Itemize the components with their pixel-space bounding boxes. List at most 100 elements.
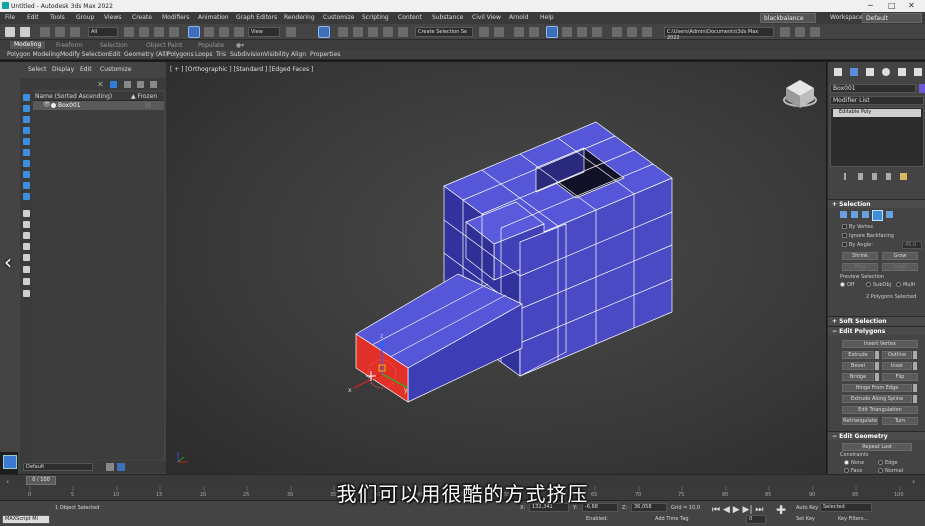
redo-icon[interactable] [20, 27, 30, 37]
toggle-ribbon-icon[interactable] [529, 27, 539, 37]
bevel-button[interactable]: Bevel [842, 362, 874, 370]
menu-modifiers[interactable]: Modifiers [162, 14, 189, 21]
show-end-result-icon[interactable] [858, 173, 863, 180]
options-icon[interactable] [150, 81, 157, 88]
user-account[interactable]: blackbalance [760, 13, 816, 23]
pin-stack-icon[interactable] [844, 173, 846, 180]
ribbon-panel-geometry[interactable]: Geometry (All) [124, 51, 168, 58]
undo-icon[interactable] [5, 27, 15, 37]
rect-selection-icon[interactable] [154, 27, 164, 37]
bridge-button[interactable]: Bridge [842, 373, 874, 381]
save-project-icon[interactable] [795, 27, 805, 37]
ribbon-panel-tris[interactable]: Tris [216, 51, 226, 58]
layer-swatch[interactable] [0, 452, 18, 474]
maximize-icon[interactable]: □ [888, 1, 896, 10]
menu-graph-editors[interactable]: Graph Editors [236, 14, 277, 21]
display-none-icon[interactable] [23, 243, 30, 250]
utilities-tab-icon[interactable] [914, 68, 922, 76]
extrude-settings-icon[interactable] [875, 351, 879, 359]
pivot-point-icon[interactable] [286, 27, 296, 37]
ribbon-tab-selection[interactable]: Selection [100, 42, 128, 49]
object-name-field[interactable]: Box001 [830, 84, 916, 93]
ribbon-panel-polygon-modeling[interactable]: Polygon Modeling [7, 51, 60, 58]
by-angle-spinner[interactable]: 45,0 [902, 241, 922, 249]
repeat-last-button[interactable]: Repeat Last [842, 443, 912, 451]
visibility-eye-icon[interactable]: 👁 [43, 101, 51, 108]
turn-button[interactable]: Turn [882, 417, 918, 425]
display-lights-icon[interactable] [23, 116, 30, 123]
select-rotate-icon[interactable] [204, 27, 214, 37]
explorer-menu-select[interactable]: Select [28, 66, 47, 73]
menu-scripting[interactable]: Scripting [362, 14, 389, 21]
outline-settings-icon[interactable] [913, 351, 917, 359]
material-editor-icon[interactable] [592, 27, 602, 37]
add-time-tag[interactable]: Add Time Tag [655, 516, 689, 522]
create-tab-icon[interactable] [834, 68, 842, 76]
render-production-icon[interactable] [642, 27, 652, 37]
remove-modifier-icon[interactable] [886, 173, 891, 180]
hierarchy-tab-icon[interactable] [866, 68, 874, 76]
display-influences-icon[interactable] [23, 278, 30, 285]
snaps-toggle-icon[interactable] [338, 27, 348, 37]
angle-snap-icon[interactable] [353, 27, 363, 37]
display-children-icon[interactable] [23, 266, 30, 273]
display-tab-icon[interactable] [898, 68, 906, 76]
bridge-settings-icon[interactable] [875, 373, 879, 381]
by-vertex-checkbox[interactable]: By Vertex [842, 224, 873, 230]
layer-options-icon[interactable] [106, 463, 114, 471]
percent-snap-icon[interactable] [368, 27, 378, 37]
object-color-swatch[interactable] [919, 84, 925, 93]
minimize-icon[interactable]: ─ [868, 1, 873, 10]
layer-view-icon[interactable] [117, 463, 125, 471]
viewport-canvas[interactable]: x z y [166, 62, 826, 474]
extrude-button[interactable]: Extrude [842, 351, 874, 359]
retriangulate-button[interactable]: Retriangulate [842, 417, 878, 425]
display-space-warps-icon[interactable] [23, 149, 30, 156]
modifier-list-select[interactable]: Modifier List [830, 96, 924, 105]
close-icon[interactable]: ✕ [908, 1, 915, 10]
insert-vertex-button[interactable]: Insert Vertex [842, 340, 918, 348]
project-folder-icon[interactable] [780, 27, 790, 37]
edge-level-icon[interactable] [851, 211, 858, 218]
hinge-settings-icon[interactable] [913, 384, 917, 392]
stack-item-editable-poly[interactable]: Editable Poly [833, 109, 921, 117]
soft-selection-rollout-header[interactable]: + Soft Selection [828, 316, 925, 325]
spinner-snap-icon[interactable] [383, 27, 393, 37]
reference-coordinate-select[interactable]: View [248, 27, 280, 37]
border-level-icon[interactable] [862, 211, 869, 218]
preview-off-radio[interactable]: Off [840, 282, 854, 288]
maxscript-listener[interactable]: MAXScript Mi [2, 515, 50, 524]
by-angle-checkbox[interactable]: By Angle: [842, 242, 873, 248]
outline-button[interactable]: Outline [882, 351, 912, 359]
ribbon-panel-loops[interactable]: Loops [195, 51, 213, 58]
edit-geometry-rollout-header[interactable]: − Edit Geometry [828, 431, 925, 440]
inset-settings-icon[interactable] [913, 362, 917, 370]
clear-search-icon[interactable]: ✕ [97, 80, 104, 89]
display-groups-icon[interactable] [23, 160, 30, 167]
viewport-layout-icon[interactable] [3, 455, 17, 469]
menu-content[interactable]: Content [398, 14, 422, 21]
menu-arnold[interactable]: Arnold [509, 14, 528, 21]
key-filters-button[interactable]: Key Filters... [838, 516, 868, 522]
frozen-toggle-icon[interactable] [145, 102, 151, 108]
open-project-icon[interactable] [810, 27, 820, 37]
ribbon-tab-freeform[interactable]: Freeform [56, 42, 83, 49]
loop-button[interactable]: Loop [882, 263, 918, 271]
previous-arrow-icon[interactable]: ‹ [4, 250, 12, 274]
flip-button[interactable]: Flip [882, 373, 918, 381]
selection-filter-select[interactable]: All [88, 27, 118, 37]
lock-icon[interactable] [124, 81, 131, 88]
align-icon[interactable] [494, 27, 504, 37]
layer-explorer-icon[interactable] [514, 27, 524, 37]
display-dependents-icon[interactable] [23, 290, 30, 297]
ribbon-tab-object-paint[interactable]: Object Paint [146, 42, 182, 49]
named-selection-set-select[interactable]: Create Selection Se [415, 27, 473, 37]
select-by-name-icon[interactable] [139, 27, 149, 37]
display-geometry-icon[interactable] [23, 94, 30, 101]
ribbon-tab-modeling[interactable]: Modeling [10, 41, 46, 49]
shrink-button[interactable]: Shrink [842, 252, 878, 260]
menu-customize[interactable]: Customize [323, 14, 355, 21]
ribbon-panel-polygons[interactable]: Polygons [167, 51, 194, 58]
preview-subobj-radio[interactable]: SubObj [866, 282, 891, 288]
view-cube-icon[interactable] [783, 80, 817, 108]
